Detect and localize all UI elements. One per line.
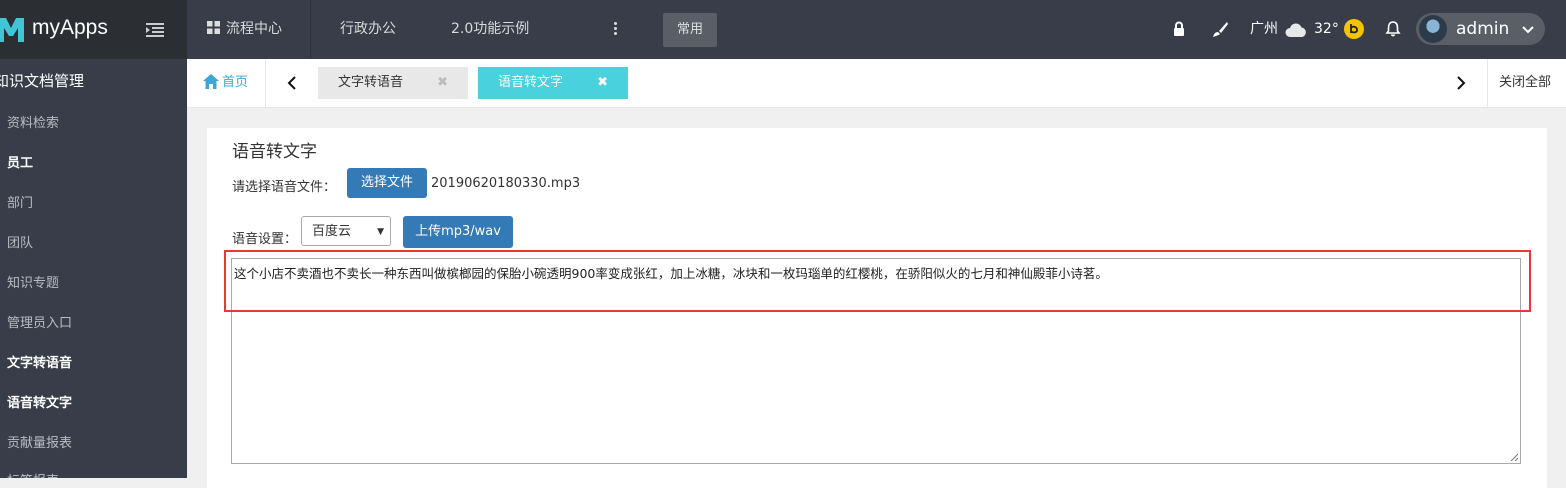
caret-down-icon: ▼ <box>377 227 384 237</box>
home-tab[interactable]: 首页 <box>203 59 248 107</box>
tab-speech-to-text[interactable]: 语音转文字 ✖ <box>478 67 628 99</box>
close-all-button[interactable]: 关闭全部 <box>1499 59 1551 107</box>
chevron-left-icon[interactable] <box>286 75 298 91</box>
nav-divider <box>310 0 311 59</box>
weather-city: 广州 <box>1250 21 1278 37</box>
voice-setting-label: 语音设置： <box>232 232 298 247</box>
sidebar-item-department[interactable]: 部门 <box>7 192 33 211</box>
chevron-right-icon[interactable] <box>1455 75 1467 91</box>
close-icon[interactable]: ✖ <box>437 67 448 99</box>
more-icon[interactable] <box>614 20 618 40</box>
tab-label: 文字转语音 <box>338 75 404 90</box>
cloud-icon <box>1285 23 1306 37</box>
home-label: 首页 <box>222 75 249 90</box>
close-icon[interactable]: ✖ <box>597 67 608 99</box>
sidebar-item-admin[interactable]: 管理员入口 <box>7 312 72 331</box>
grid-icon <box>207 21 220 34</box>
sidebar-item-tag-report[interactable]: 标签报表 <box>7 470 59 478</box>
tab-label: 语音转文字 <box>498 75 564 90</box>
sidebar-heading: 知识文档管理 <box>0 72 85 90</box>
nav-admin-office[interactable]: 行政办公 <box>340 0 396 59</box>
voice-engine-select[interactable]: 百度云 ▼ <box>301 216 391 246</box>
nav-features-demo[interactable]: 2.0功能示例 <box>451 0 529 59</box>
resize-handle-icon[interactable] <box>1510 453 1518 461</box>
username: admin <box>1456 19 1510 39</box>
weather-temperature: 32° <box>1314 21 1339 37</box>
select-value: 百度云 <box>312 224 352 239</box>
chevron-down-icon <box>1522 26 1534 34</box>
scroll-strip <box>1548 0 1566 59</box>
nav-process-center[interactable]: 流程中心 <box>207 0 282 59</box>
upload-button[interactable]: 上传mp3/wav <box>403 216 513 248</box>
file-prompt-label: 请选择语音文件： <box>232 180 337 195</box>
app-name: myApps <box>32 16 108 39</box>
lock-icon[interactable] <box>1170 20 1188 38</box>
page-title: 语音转文字 <box>232 142 317 162</box>
sidebar-item-team[interactable]: 团队 <box>7 232 33 251</box>
brush-icon[interactable] <box>1211 20 1229 38</box>
common-button[interactable]: 常用 <box>663 13 717 47</box>
sidebar-item-search[interactable]: 资料检索 <box>7 112 59 131</box>
sidebar-item-text-to-speech[interactable]: 文字转语音 <box>7 352 72 371</box>
sidebar-item-contribution-report[interactable]: 贡献量报表 <box>7 432 72 451</box>
tab-text-to-speech[interactable]: 文字转语音 ✖ <box>318 67 468 99</box>
top-bar: myApps 流程中心 行政办公 2.0功能示例 常用 广州 32° admin <box>0 0 1566 59</box>
tab-bar: 首页 文字转语音 ✖ 语音转文字 ✖ 关闭全部 <box>187 59 1566 108</box>
sidebar: 知识文档管理 资料检索 员工 部门 团队 知识专题 管理员入口 文字转语音 语音… <box>0 59 187 478</box>
sidebar-item-speech-to-text[interactable]: 语音转文字 <box>7 392 72 411</box>
highlight-box <box>224 250 1531 312</box>
selected-file-name: 20190620180330.mp3 <box>431 176 581 191</box>
avatar <box>1419 15 1447 43</box>
choose-file-button[interactable]: 选择文件 <box>347 168 427 198</box>
logo-area: myApps <box>0 0 187 59</box>
user-menu[interactable]: admin <box>1416 13 1545 45</box>
logo-icon <box>0 18 24 42</box>
nav-label: 流程中心 <box>226 21 282 37</box>
divider <box>1487 59 1488 107</box>
home-icon <box>203 74 219 89</box>
baidu-badge-icon[interactable] <box>1344 19 1364 39</box>
sidebar-item-employee[interactable]: 员工 <box>7 152 33 171</box>
bell-icon[interactable] <box>1384 20 1402 38</box>
divider <box>265 59 266 107</box>
menu-toggle-icon[interactable] <box>146 22 164 38</box>
sidebar-item-topics[interactable]: 知识专题 <box>7 272 59 291</box>
